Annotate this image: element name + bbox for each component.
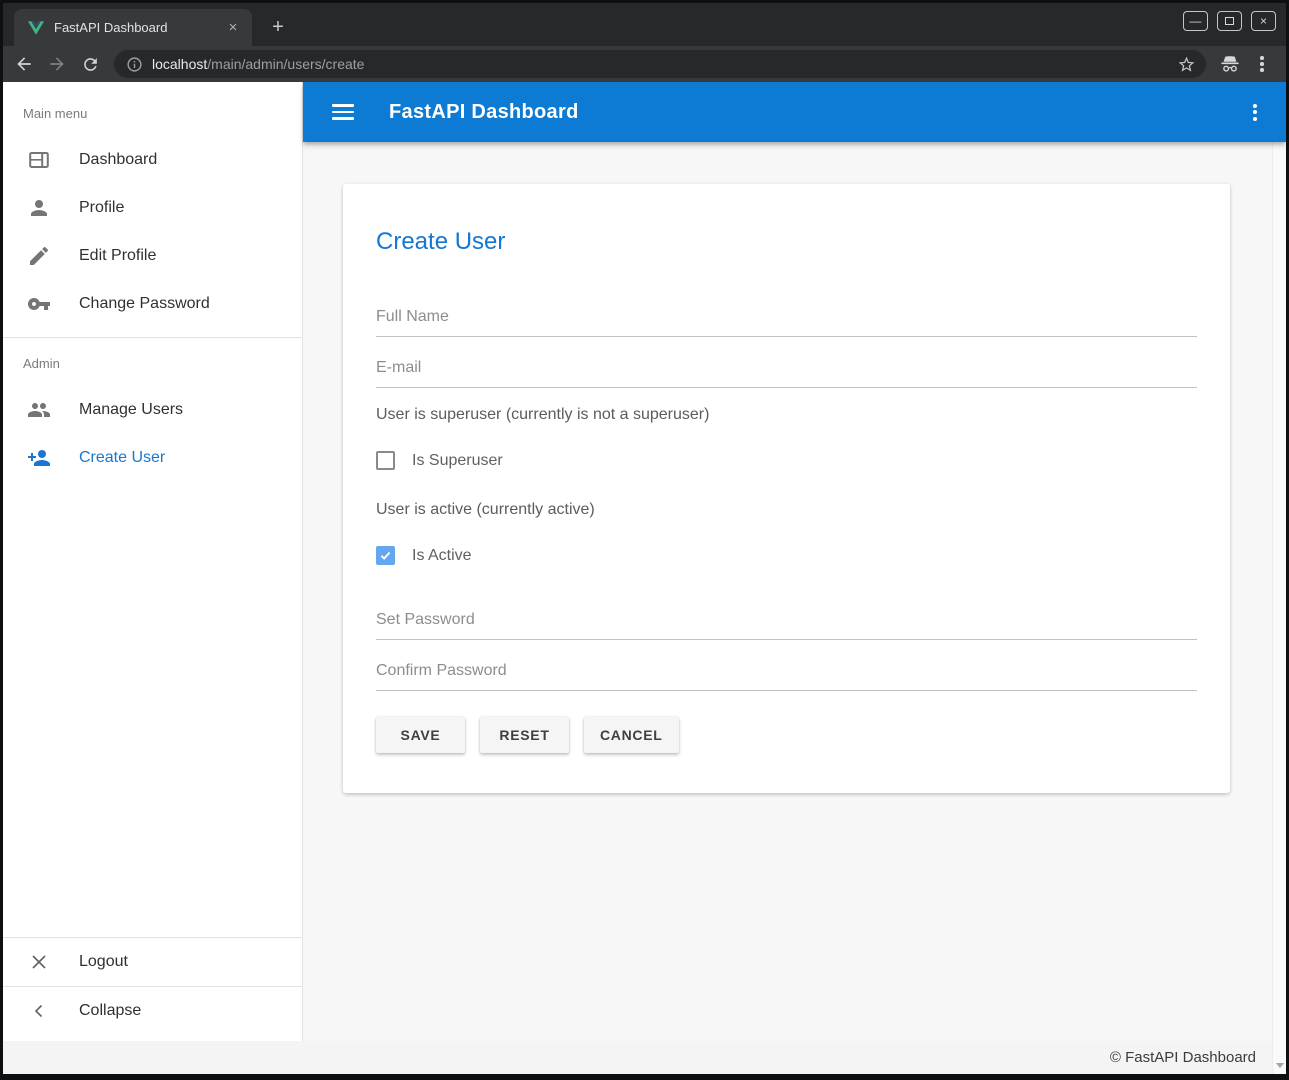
maximize-icon — [1225, 17, 1234, 25]
checkbox-checked-icon[interactable] — [376, 546, 395, 565]
full-name-field — [376, 302, 1197, 337]
chevron-left-icon — [27, 999, 51, 1023]
sidebar-item-label: Dashboard — [79, 151, 157, 169]
sidebar-item-logout[interactable]: Logout — [3, 938, 302, 986]
sidebar-item-dashboard[interactable]: Dashboard — [3, 136, 302, 184]
address-bar[interactable]: localhost/main/admin/users/create — [114, 50, 1206, 78]
sidebar-item-label: Manage Users — [79, 401, 183, 419]
sidebar-spacer — [3, 482, 302, 937]
person-icon — [27, 196, 51, 220]
create-user-card: Create User User is superuser (currently… — [343, 184, 1230, 793]
page-content: Create User User is superuser (currently… — [303, 142, 1286, 1041]
is-active-checkbox-row[interactable]: Is Active — [376, 546, 1197, 565]
scroll-down-icon[interactable] — [1276, 1063, 1284, 1068]
form-actions: SAVE RESET CANCEL — [376, 717, 1197, 753]
checkbox-label: Is Active — [412, 547, 472, 565]
browser-menu-button[interactable] — [1256, 52, 1268, 76]
confirm-password-field — [376, 656, 1197, 691]
sidebar-item-profile[interactable]: Profile — [3, 184, 302, 232]
back-button[interactable] — [12, 52, 36, 76]
person-add-icon — [27, 446, 51, 470]
sidebar-item-change-password[interactable]: Change Password — [3, 280, 302, 328]
browser-tab[interactable]: FastAPI Dashboard × — [14, 9, 252, 46]
reset-button[interactable]: RESET — [480, 717, 569, 753]
url-host: localhost — [152, 56, 207, 72]
save-button[interactable]: SAVE — [376, 717, 465, 753]
new-tab-button[interactable]: + — [265, 14, 291, 40]
tab-title: FastAPI Dashboard — [54, 20, 224, 35]
reload-button[interactable] — [78, 52, 102, 76]
copyright-text: © FastAPI Dashboard — [1110, 1049, 1256, 1066]
sidebar-item-label: Collapse — [79, 1002, 141, 1020]
people-icon — [27, 398, 51, 422]
site-info-icon[interactable] — [126, 56, 143, 73]
page-title: Create User — [376, 228, 1197, 256]
sidebar-item-create-user[interactable]: Create User — [3, 434, 302, 482]
confirm-password-input[interactable] — [376, 656, 1197, 691]
sidebar-item-edit-profile[interactable]: Edit Profile — [3, 232, 302, 280]
browser-window: FastAPI Dashboard × + — × localhost/main… — [0, 0, 1289, 1080]
superuser-hint: User is superuser (currently is not a su… — [376, 406, 1197, 424]
sidebar-item-collapse[interactable]: Collapse — [3, 987, 302, 1035]
hamburger-menu-icon[interactable] — [328, 100, 358, 124]
sidebar-item-label: Profile — [79, 199, 124, 217]
app-title: FastAPI Dashboard — [389, 101, 579, 124]
main-area: FastAPI Dashboard Create User User is s — [303, 82, 1286, 1041]
toolbar-right — [1218, 52, 1268, 76]
pencil-icon — [27, 244, 51, 268]
app-footer: © FastAPI Dashboard — [3, 1041, 1286, 1074]
app-bar: FastAPI Dashboard — [303, 82, 1286, 142]
sidebar-item-manage-users[interactable]: Manage Users — [3, 386, 302, 434]
sidebar-item-label: Edit Profile — [79, 247, 156, 265]
url-text: localhost/main/admin/users/create — [152, 56, 1177, 72]
sidebar-section-header-main: Main menu — [3, 82, 302, 136]
minimize-button[interactable]: — — [1183, 11, 1208, 31]
sidebar-item-label: Change Password — [79, 295, 210, 313]
forward-button[interactable] — [45, 52, 69, 76]
appbar-menu-button[interactable] — [1249, 100, 1261, 125]
set-password-input[interactable] — [376, 605, 1197, 640]
cancel-button[interactable]: CANCEL — [584, 717, 679, 753]
full-name-input[interactable] — [376, 302, 1197, 337]
active-hint: User is active (currently active) — [376, 501, 1197, 519]
checkbox-label: Is Superuser — [412, 452, 503, 470]
vue-logo-icon — [28, 21, 44, 35]
scrollbar[interactable] — [1272, 82, 1286, 1074]
close-window-button[interactable]: × — [1251, 11, 1276, 31]
maximize-button[interactable] — [1217, 11, 1242, 31]
email-field — [376, 353, 1197, 388]
email-input[interactable] — [376, 353, 1197, 388]
tab-strip: FastAPI Dashboard × + — × — [3, 3, 1286, 46]
incognito-icon — [1218, 53, 1242, 75]
page-viewport: Main menu Dashboard Profile — [3, 82, 1286, 1074]
tab-close-icon[interactable]: × — [224, 19, 242, 37]
set-password-field — [376, 605, 1197, 640]
dashboard-icon — [27, 148, 51, 172]
window-controls: — × — [1183, 11, 1276, 31]
browser-toolbar: localhost/main/admin/users/create — [3, 46, 1286, 82]
key-icon — [27, 292, 51, 316]
sidebar-item-label: Create User — [79, 449, 165, 467]
close-icon — [27, 950, 51, 974]
checkbox-unchecked-icon[interactable] — [376, 451, 395, 470]
is-superuser-checkbox-row[interactable]: Is Superuser — [376, 451, 1197, 470]
sidebar-section-header-admin: Admin — [3, 338, 302, 386]
sidebar-item-label: Logout — [79, 953, 128, 971]
bookmark-star-icon[interactable] — [1177, 55, 1196, 74]
sidebar: Main menu Dashboard Profile — [3, 82, 303, 1041]
url-path: /main/admin/users/create — [207, 56, 364, 72]
